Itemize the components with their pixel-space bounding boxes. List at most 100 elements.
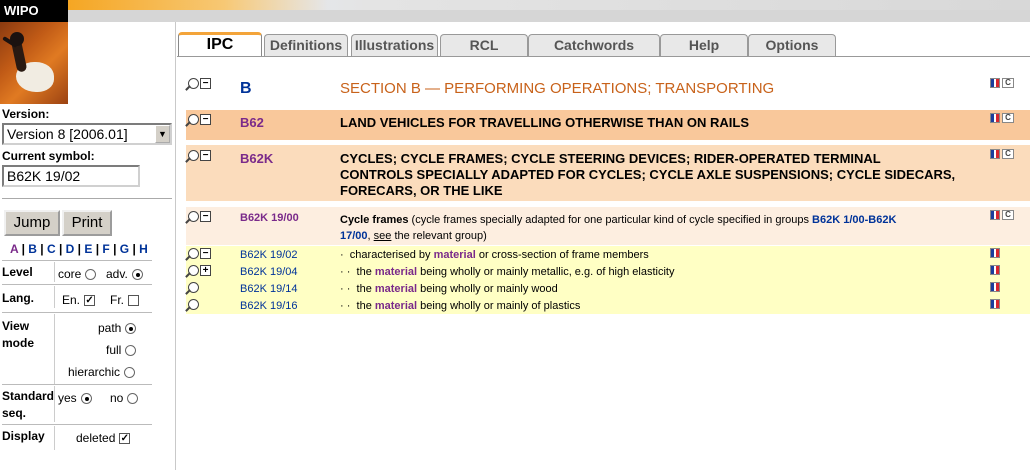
collapse-icon[interactable]: −: [200, 114, 211, 125]
subgroup-title: · · the material being wholly or mainly …: [340, 266, 674, 278]
level-core-option[interactable]: core: [58, 267, 97, 281]
french-flag-icon[interactable]: [990, 282, 1000, 292]
level-core-radio[interactable]: [85, 269, 97, 281]
french-flag-icon[interactable]: [990, 149, 1000, 159]
french-flag-icon[interactable]: [990, 78, 1000, 88]
standard-seq-yes-option[interactable]: yes: [58, 391, 92, 405]
level-adv-radio[interactable]: [131, 269, 143, 281]
tab-options[interactable]: Options: [748, 34, 836, 56]
standard-seq-no-radio[interactable]: [127, 393, 139, 405]
jump-button[interactable]: Jump: [4, 210, 60, 236]
magnifier-icon[interactable]: [188, 150, 199, 161]
section-link-d[interactable]: D: [66, 242, 75, 256]
catchword-icon[interactable]: C: [1002, 210, 1014, 220]
view-full-option[interactable]: full: [106, 343, 137, 357]
magnifier-icon[interactable]: [188, 299, 199, 310]
subgroup-symbol[interactable]: B62K 19/14: [240, 283, 298, 295]
subgroup-symbol[interactable]: B62K 19/04: [240, 266, 298, 278]
expand-icon[interactable]: +: [200, 265, 211, 276]
subgroup-zoom-controls: +: [188, 265, 211, 276]
tab-ipc[interactable]: IPC: [178, 32, 262, 57]
tab-catchwords[interactable]: Catchwords: [528, 34, 660, 56]
section-link-e[interactable]: E: [84, 242, 92, 256]
magnifier-icon[interactable]: [188, 265, 199, 276]
subgroup-dots: · ·: [340, 300, 351, 312]
french-flag-icon[interactable]: [990, 113, 1000, 123]
catchword-icon[interactable]: C: [1002, 149, 1014, 159]
subgroup-symbol[interactable]: B62K 19/16: [240, 300, 298, 312]
lang-fr-option[interactable]: Fr.: [110, 293, 139, 307]
view-full-radio[interactable]: [125, 345, 137, 357]
magnifier-icon[interactable]: [188, 282, 199, 293]
print-button[interactable]: Print: [62, 210, 112, 236]
catchword-icon[interactable]: C: [1002, 78, 1014, 88]
section-link-f[interactable]: F: [102, 242, 109, 256]
view-path-option[interactable]: path: [98, 321, 137, 335]
section-link-a[interactable]: A: [10, 242, 18, 256]
material-link[interactable]: material: [375, 300, 417, 312]
display-deleted-checkbox[interactable]: ✓: [119, 433, 131, 445]
top-strip: [68, 0, 1030, 22]
collapse-icon[interactable]: −: [200, 150, 211, 161]
divider: [2, 260, 152, 261]
lang-en-checkbox[interactable]: ✓: [84, 295, 96, 307]
section-link-h[interactable]: H: [139, 242, 148, 256]
magnifier-icon[interactable]: [188, 114, 199, 125]
level-adv-option[interactable]: adv.: [106, 267, 143, 281]
lang-label: Lang.: [2, 291, 34, 305]
view-path-radio[interactable]: [125, 323, 137, 335]
section-symbol[interactable]: B: [240, 80, 252, 98]
lang-en-label: En.: [62, 293, 81, 307]
standard-seq-yes-radio[interactable]: [80, 393, 92, 405]
version-select[interactable]: Version 8 [2006.01] ▼: [2, 123, 172, 145]
subgroup-flags: [990, 248, 1000, 258]
lang-en-option[interactable]: En. ✓: [62, 293, 96, 307]
view-hierarchic-radio[interactable]: [124, 367, 136, 379]
subgroup-title: · characterised by material or cross-sec…: [340, 249, 649, 261]
subclass-symbol[interactable]: B62K: [240, 151, 273, 166]
class-symbol[interactable]: B62: [240, 115, 264, 130]
see-link[interactable]: see: [374, 230, 392, 242]
standard-seq-no-option[interactable]: no: [110, 391, 139, 405]
tab-help[interactable]: Help: [660, 34, 748, 56]
current-symbol-label: Current symbol:: [2, 149, 95, 163]
french-flag-icon[interactable]: [990, 248, 1000, 258]
material-link[interactable]: material: [375, 266, 417, 278]
top-strip-accent: [68, 0, 328, 10]
lang-fr-checkbox[interactable]: [128, 295, 139, 307]
material-link[interactable]: material: [375, 283, 417, 295]
collapse-icon[interactable]: −: [200, 78, 211, 89]
section-link-b[interactable]: B: [28, 242, 37, 256]
display-deleted-option[interactable]: deleted ✓: [76, 431, 131, 445]
tab-definitions[interactable]: Definitions: [264, 34, 348, 56]
catchword-icon[interactable]: C: [1002, 113, 1014, 123]
current-symbol-input[interactable]: B62K 19/02: [2, 165, 140, 187]
section-link-g[interactable]: G: [120, 242, 129, 256]
sidebar: Version: Version 8 [2006.01] ▼ Current s…: [0, 22, 176, 470]
divider: [2, 284, 152, 285]
subgroup-zoom-controls: [188, 299, 199, 310]
tab-rcl[interactable]: RCL: [440, 34, 528, 56]
collapse-icon[interactable]: −: [200, 248, 211, 259]
section-link-c[interactable]: C: [47, 242, 56, 256]
subclass-title-line: CYCLES; CYCLE FRAMES; CYCLE STEERING DEV…: [340, 151, 881, 166]
subgroup-text: being wholly or mainly metallic, e.g. of…: [417, 266, 675, 278]
subgroup-text: characterised by: [349, 249, 434, 261]
main-group-symbol[interactable]: B62K 19/00: [240, 212, 299, 224]
chevron-down-icon[interactable]: ▼: [155, 125, 170, 143]
main-group-ref-link[interactable]: 17/00: [340, 230, 368, 242]
main-group-zoom-controls: −: [188, 211, 211, 222]
french-flag-icon[interactable]: [990, 299, 1000, 309]
view-hierarchic-option[interactable]: hierarchic: [68, 365, 136, 379]
french-flag-icon[interactable]: [990, 210, 1000, 220]
tab-illustrations[interactable]: Illustrations: [351, 34, 438, 56]
french-flag-icon[interactable]: [990, 265, 1000, 275]
subgroup-symbol[interactable]: B62K 19/02: [240, 249, 298, 261]
material-link[interactable]: material: [434, 249, 476, 261]
subgroup-text: being wholly or mainly of plastics: [417, 300, 581, 312]
main-group-ref-link[interactable]: B62K 1/00-B62K: [812, 214, 896, 226]
magnifier-icon[interactable]: [188, 248, 199, 259]
collapse-icon[interactable]: −: [200, 211, 211, 222]
magnifier-icon[interactable]: [188, 211, 199, 222]
magnifier-icon[interactable]: [188, 78, 199, 89]
